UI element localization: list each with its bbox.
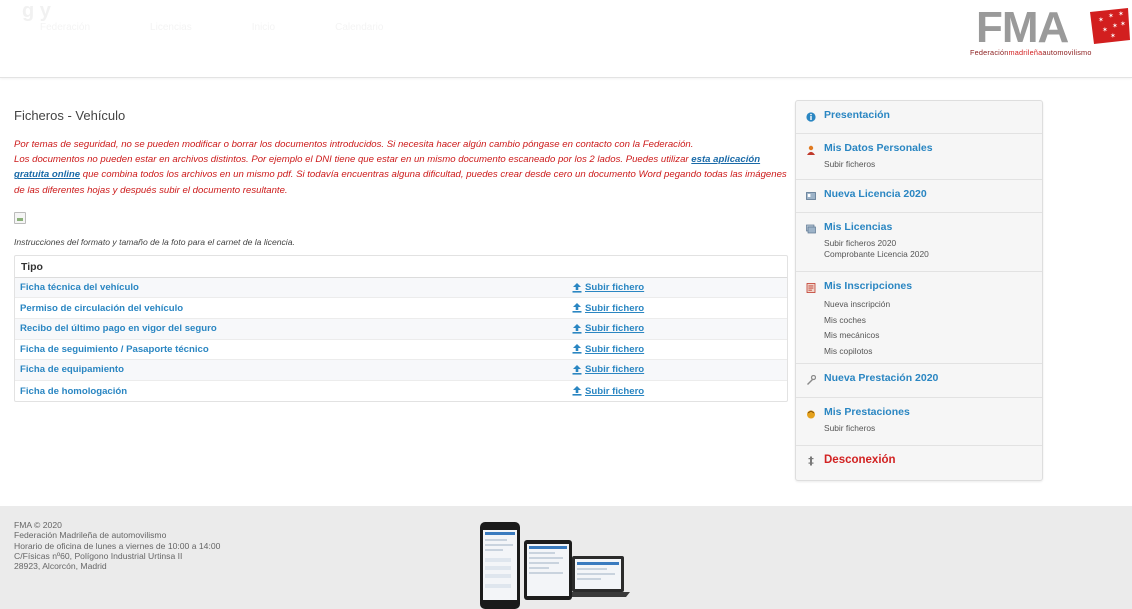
sidebar-subitem-link[interactable]: Mis copilotos: [824, 344, 1042, 360]
id-card-icon: [806, 192, 816, 200]
sidebar-subitem: Nueva inscripción Mis coches Mis mecánic…: [824, 297, 1042, 359]
footer-line: Horario de oficina de lunes a viernes de…: [14, 540, 221, 551]
table-row: Ficha de equipamiento Subir fichero: [15, 360, 787, 381]
sidebar-subitem: Subir ficheros 2020 Comprobante Licencia…: [824, 238, 1042, 259]
sidebar-subitem-link[interactable]: Mis mecánicos: [824, 328, 1042, 344]
footer-line: Federación Madrileña de automovilismo: [14, 530, 167, 541]
upload-file-button[interactable]: Subir fichero: [572, 386, 644, 397]
faded-nav: Federación Licencias Inicio Calendario: [40, 22, 383, 33]
page-title: Ficheros - Vehículo: [14, 108, 126, 123]
faded-nav-item[interactable]: Inicio: [252, 22, 275, 33]
sidebar-item-nueva-prestacion[interactable]: Nueva Prestación 2020: [796, 364, 1042, 398]
box-icon: [807, 410, 815, 419]
file-type-name[interactable]: Ficha de equipamiento: [20, 364, 572, 375]
fma-logo-mark: FMA ✶✶ ✶ ✶✶ ✶✶: [976, 3, 1130, 52]
site-footer: FMA © 2020 Federación Madrileña de autom…: [0, 506, 1132, 609]
sidebar-subitem-link[interactable]: Subir ficheros 2020: [824, 238, 1042, 249]
fma-logo-subtitle: Federaciónmadrileñaautomovilismo: [970, 48, 1092, 57]
sidebar-item-inscripciones[interactable]: Mis Inscripciones Nueva inscripción Mis …: [796, 272, 1042, 364]
table-row: Ficha de homologación Subir fichero: [15, 381, 787, 402]
main-content: Ficheros - Vehículo Por temas de segurid…: [14, 100, 788, 403]
svg-text:✶: ✶: [1102, 26, 1108, 34]
sidebar-item-label: Mis Datos Personales: [824, 142, 933, 154]
sidebar-item-label: Presentación: [824, 109, 890, 121]
broken-image-icon: [14, 211, 26, 224]
info-icon: [806, 112, 816, 122]
sidebar-subitem-link[interactable]: Nueva inscripción: [824, 297, 1042, 313]
svg-text:✶: ✶: [1118, 10, 1124, 18]
devices-illustration: [480, 522, 630, 609]
faded-nav-item[interactable]: Federación: [40, 22, 90, 33]
tools-icon: [807, 375, 816, 385]
sidebar-item-label: Mis Inscripciones: [824, 280, 913, 292]
faded-nav-item[interactable]: Calendario: [335, 22, 383, 33]
table-row: Ficha de seguimiento / Pasaporte técnico…: [15, 340, 787, 361]
user-icon: [807, 145, 815, 155]
logout-icon: [808, 456, 814, 466]
upload-icon: [572, 282, 582, 293]
footer-line: 28923, Alcorcón, Madrid: [14, 561, 107, 572]
notice-line-2: Los documentos no pueden estar en archiv…: [14, 154, 787, 196]
file-type-name[interactable]: Ficha de seguimiento / Pasaporte técnico: [20, 344, 572, 355]
photo-instructions[interactable]: Instrucciones del formato y tamaño de la…: [14, 237, 788, 247]
sidebar-item-label: Desconexión: [824, 454, 896, 466]
sidebar-item-datos-personales[interactable]: Mis Datos Personales Subir ficheros: [796, 134, 1042, 180]
upload-file-button[interactable]: Subir fichero: [572, 364, 644, 375]
sidebar-item-label: Nueva Licencia 2020: [824, 188, 927, 200]
svg-text:✶: ✶: [1098, 16, 1104, 24]
upload-icon: [572, 323, 582, 334]
sidebar-item-label: Mis Prestaciones: [824, 406, 910, 418]
sidebar-item-desconexion[interactable]: Desconexión: [796, 446, 1042, 480]
footer-info: FMA © 2020 Federación Madrileña de autom…: [14, 520, 220, 571]
security-notice: Por temas de seguridad, no se pueden mod…: [14, 137, 788, 198]
upload-icon: [572, 303, 582, 313]
sidebar-subitem-link[interactable]: Comprobante Licencia 2020: [824, 249, 1042, 260]
upload-icon: [572, 386, 582, 396]
table-body: Ficha técnica del vehículo Subir fichero…: [15, 277, 787, 402]
fma-logo[interactable]: FMA ✶ ✶ ✶ ✶ ✶ ✶ ✶ Federaciónmadrileñaautomovi…: [970, 3, 1130, 62]
file-type-name[interactable]: Ficha de homologación: [20, 386, 572, 397]
form-icon: [806, 283, 816, 293]
sidebar-item-nueva-licencia[interactable]: Nueva Licencia 2020: [796, 180, 1042, 213]
file-type-name[interactable]: Permiso de circulación del vehículo: [20, 303, 572, 314]
user-sidebar: Presentación Mis Datos Personales Subir …: [795, 100, 1043, 481]
sidebar-item-presentacion[interactable]: Presentación: [796, 101, 1042, 134]
sidebar-subitem-link[interactable]: Mis coches: [824, 313, 1042, 329]
file-type-name[interactable]: Recibo del último pago en vigor del segu…: [20, 323, 572, 334]
sidebar-item-label: Nueva Prestación 2020: [824, 372, 939, 384]
upload-file-button[interactable]: Subir fichero: [572, 282, 644, 293]
id-cards-icon: [806, 224, 816, 234]
fma-logo-letters: FMA: [976, 4, 1069, 48]
table-row: Recibo del último pago en vigor del segu…: [15, 319, 787, 340]
faded-nav-item[interactable]: Licencias: [150, 22, 192, 33]
table-row: Permiso de circulación del vehículo Subi…: [15, 298, 787, 319]
footer-line: C/Físicas nº60, Polígono Industrial Urti…: [14, 550, 183, 561]
table-header-tipo: Tipo: [15, 256, 787, 278]
upload-file-button[interactable]: Subir fichero: [572, 323, 644, 334]
file-type-name[interactable]: Ficha técnica del vehículo: [20, 282, 572, 293]
svg-text:✶: ✶: [1108, 12, 1114, 20]
upload-file-button[interactable]: Subir fichero: [572, 303, 644, 314]
upload-icon: [572, 344, 582, 354]
sidebar-subitem[interactable]: Subir ficheros: [824, 159, 1042, 170]
sidebar-item-prestaciones[interactable]: Mis Prestaciones Subir ficheros: [796, 398, 1042, 446]
upload-icon: [572, 364, 582, 375]
table-row: Ficha técnica del vehículo Subir fichero: [15, 277, 787, 299]
notice-line-1: Por temas de seguridad, no se pueden mod…: [14, 139, 694, 150]
svg-text:✶: ✶: [1112, 22, 1118, 30]
sidebar-item-licencias[interactable]: Mis Licencias Subir ficheros 2020 Compro…: [796, 213, 1042, 272]
svg-text:✶: ✶: [1110, 32, 1116, 40]
faded-brand-text: g y: [22, 0, 51, 22]
site-header: g y Federación Licencias Inicio Calendar…: [0, 0, 1132, 78]
files-table: Tipo Ficha técnica del vehículo Subir fi…: [14, 254, 788, 403]
sidebar-subitem[interactable]: Subir ficheros: [824, 423, 1042, 434]
svg-text:✶: ✶: [1120, 20, 1126, 28]
upload-file-button[interactable]: Subir fichero: [572, 344, 644, 355]
sidebar-item-label: Mis Licencias: [824, 221, 893, 233]
footer-copyright: FMA © 2020: [14, 520, 62, 530]
